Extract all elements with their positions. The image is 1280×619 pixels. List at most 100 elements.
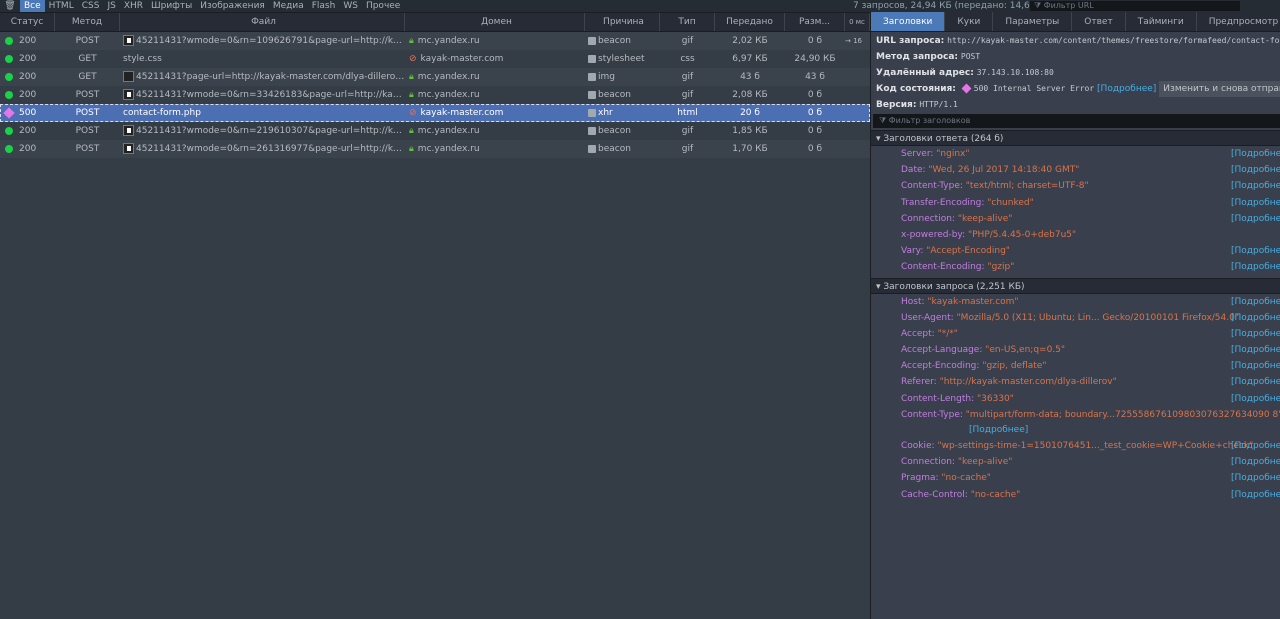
domain-name: mc.yandex.ru: [417, 90, 480, 100]
more-link[interactable]: [Подробнее]: [1231, 178, 1280, 194]
filter-tab[interactable]: WS: [339, 0, 362, 12]
status-cell: 200: [0, 68, 55, 86]
header-line: User-Agent: "Mozilla/5.0 (X11; Ubuntu; L…: [871, 310, 1280, 326]
domain-cell: ⊘ kayak-master.com: [405, 104, 585, 122]
filter-tab[interactable]: HTML: [45, 0, 78, 12]
request-row[interactable]: 500 POST contact-form.php ⊘ kayak-master.com…: [0, 104, 870, 122]
column-header[interactable]: Разм...: [785, 13, 845, 31]
status-code: 200: [19, 144, 37, 154]
filter-tab[interactable]: Изображения: [196, 0, 269, 12]
filter-icon: ⧩: [879, 116, 889, 125]
url-filter-input[interactable]: ⧩ Фильтр URL: [1030, 1, 1240, 11]
domain-cell: 🔒︎ mc.yandex.ru: [405, 122, 585, 140]
details-tab[interactable]: Ответ: [1072, 12, 1126, 31]
column-header[interactable]: Тип: [660, 13, 715, 31]
more-link[interactable]: [Подробнее]: [1231, 374, 1280, 390]
more-link[interactable]: [Подробнее]: [1231, 391, 1280, 407]
trash-icon[interactable]: 🗑: [0, 1, 20, 11]
column-header[interactable]: Причина: [585, 13, 660, 31]
more-link[interactable]: [Подробнее]: [1231, 326, 1280, 342]
file-name: 45211431?page-url=http://kayak-master.co…: [136, 72, 405, 82]
details-tab[interactable]: Параметры: [993, 12, 1073, 31]
lock-icon: 🔒︎: [409, 126, 414, 136]
cause: beacon: [598, 144, 631, 154]
column-header[interactable]: 0 мс: [845, 13, 870, 31]
type-cell: gif: [681, 72, 694, 82]
cause-cell: beacon: [585, 140, 660, 158]
more-link[interactable]: [Подробнее]: [1231, 487, 1280, 503]
request-row[interactable]: 200 POST 45211431?wmode=0&rn=261316977&pag…: [0, 140, 870, 158]
header-name: Server:: [901, 149, 934, 159]
more-link[interactable]: [Подробнее]: [1231, 259, 1280, 275]
response-headers-section[interactable]: ▾ Заголовки ответа (264 б): [871, 130, 1280, 146]
more-link[interactable]: [Подробнее]: [969, 425, 1028, 435]
domain-name: mc.yandex.ru: [417, 72, 480, 82]
transferred-cell: 43 б: [740, 72, 760, 82]
details-tab[interactable]: Предпросмотр: [1197, 12, 1280, 31]
transferred-cell: 1,85 КБ: [732, 126, 768, 136]
details-tab[interactable]: Заголовки: [871, 12, 946, 31]
column-header[interactable]: Статус: [0, 13, 55, 31]
file-name: 45211431?wmode=0&rn=109626791&page-url=h…: [136, 36, 405, 46]
header-line: Accept-Encoding: "gzip, deflate" [Подробн…: [871, 358, 1280, 374]
status-more-link[interactable]: [Подробнее]: [1097, 84, 1156, 94]
request-row[interactable]: 200 POST 45211431?wmode=0&rn=219610307&pag…: [0, 122, 870, 140]
header-filter-input[interactable]: ⧩ Фильтр заголовков: [873, 114, 1280, 128]
waterfall-cell: [845, 68, 870, 86]
more-link[interactable]: [Подробнее]: [1231, 470, 1280, 486]
header-name: Content-Type:: [901, 181, 963, 192]
request-row[interactable]: 200 POST 45211431?wmode=0&rn=109626791&pag…: [0, 32, 870, 50]
more-link[interactable]: [Подробнее]: [1231, 162, 1280, 178]
status-cell: 200: [0, 140, 55, 158]
status-dot-icon: [5, 72, 13, 81]
filter-tab[interactable]: JS: [103, 0, 119, 12]
column-header[interactable]: Файл: [120, 13, 405, 31]
header-value: "gzip": [987, 262, 1015, 273]
more-link[interactable]: [Подробнее]: [1231, 294, 1280, 310]
status-cell: 200: [0, 86, 55, 104]
cause-cell: stylesheet: [585, 50, 660, 68]
request-row[interactable]: 200 GET style.css ⊘ kayak-master.com styleshe…: [0, 50, 870, 68]
domain-cell: 🔒︎ mc.yandex.ru: [405, 86, 585, 104]
filter-tab[interactable]: Шрифты: [147, 0, 196, 12]
filter-tab[interactable]: Медиа: [269, 0, 308, 12]
header-name: Accept:: [901, 328, 935, 339]
more-link[interactable]: [Подробнее]: [1231, 358, 1280, 374]
more-link[interactable]: [Подробнее]: [1231, 243, 1280, 259]
more-link[interactable]: [Подробнее]: [1231, 195, 1280, 211]
more-link[interactable]: [Подробнее]: [1231, 310, 1280, 326]
details-tab[interactable]: Тайминги: [1126, 12, 1197, 31]
column-header[interactable]: Передано: [715, 13, 785, 31]
request-row[interactable]: 200 GET 45211431?page-url=http://kayak-mas…: [0, 68, 870, 86]
more-link[interactable]: [Подробнее]: [1231, 342, 1280, 358]
edit-resend-button[interactable]: Изменить и снова отправить: [1159, 81, 1280, 97]
column-header[interactable]: Метод: [55, 13, 120, 31]
header-value: "en-US,en;q=0.5": [985, 345, 1066, 356]
filter-tab[interactable]: Flash: [308, 0, 340, 12]
header-line: Pragma: "no-cache" [Подробнее]: [871, 470, 1280, 486]
header-name: Connection:: [901, 457, 955, 468]
filter-tab[interactable]: CSS: [78, 0, 104, 12]
status-dot-icon: [5, 36, 13, 45]
details-tab[interactable]: Куки: [945, 12, 994, 31]
header-line: Content-Type: "multipart/form-data; boun…: [871, 407, 1280, 423]
request-headers-section[interactable]: ▾ Заголовки запроса (2,251 КБ): [871, 277, 1280, 294]
method-cell: GET: [78, 72, 97, 82]
insecure-lock-icon: ⊘: [409, 108, 417, 118]
header-value: "no-cache": [970, 489, 1021, 500]
column-header[interactable]: Домен: [405, 13, 585, 31]
more-link[interactable]: [Подробнее]: [1231, 438, 1280, 454]
filter-tab[interactable]: XHR: [120, 0, 147, 12]
transferred-cell: 20 б: [740, 108, 760, 118]
request-row[interactable]: 200 POST 45211431?wmode=0&rn=33426183&page…: [0, 86, 870, 104]
size-cell: 0 б: [807, 108, 823, 118]
more-link[interactable]: [Подробнее]: [1231, 146, 1280, 162]
more-link[interactable]: [Подробнее]: [1231, 211, 1280, 227]
filter-tab[interactable]: Прочее: [362, 0, 404, 12]
filter-tab[interactable]: Все: [20, 0, 45, 12]
domain-cell: 🔒︎ mc.yandex.ru: [405, 140, 585, 158]
more-link[interactable]: [Подробнее]: [1231, 454, 1280, 470]
insecure-lock-icon: ⊘: [409, 54, 417, 64]
status-dot-icon: [5, 144, 13, 153]
header-value: "multipart/form-data; boundary...7255586…: [965, 409, 1280, 420]
